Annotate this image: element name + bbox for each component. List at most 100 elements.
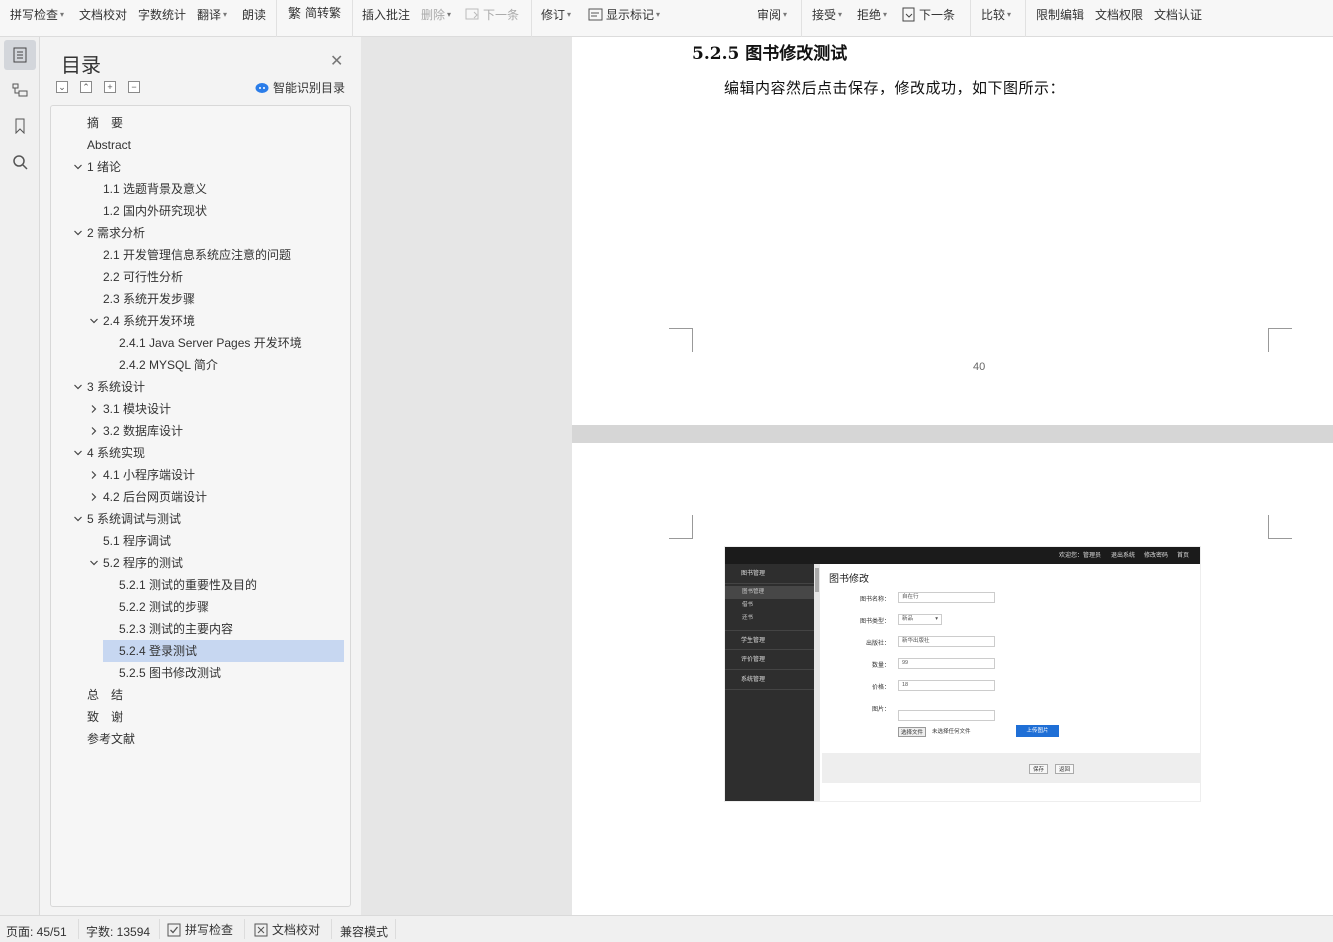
toc-item[interactable]: 5 系统调试与测试 [71,508,344,530]
document-certification-label: 文档认证 [1154,8,1203,22]
status-divider [159,919,160,939]
ribbon-divider [352,0,353,37]
toc-item[interactable]: 5.2.4 登录测试 [103,640,344,662]
read-aloud-button[interactable]: 朗读 [242,6,266,24]
toc-item[interactable]: 2.3 系统开发步骤 [87,288,344,310]
toc-item-label: 1.1 选题背景及意义 [103,182,208,196]
toc-item[interactable]: 5.2.3 测试的主要内容 [103,618,344,640]
proofread-button[interactable]: 文档校对 [79,6,127,24]
toc-item[interactable]: 5.2 程序的测试 [87,552,344,574]
shot-scrollbar [814,564,820,801]
read-aloud-label: 朗读 [242,8,267,22]
shot-form-title: 图书修改 [829,574,869,585]
track-changes-label: 修订 [541,8,566,22]
collapse-one-level-icon[interactable]: ⌄ [56,81,68,93]
shot-back-button: 返回 [1055,764,1075,774]
toc-item[interactable]: 总 结 [71,684,344,706]
toc-item[interactable]: 4 系统实现 [71,442,344,464]
show-markup-button[interactable]: 显示标记 ▾ [588,6,660,24]
toc-panel-button[interactable] [4,40,36,70]
chevron-down-icon[interactable] [71,376,85,398]
next-comment-button[interactable]: 下一条 [465,6,519,24]
toc-item[interactable]: 1 绪论 [71,156,344,178]
check-box-icon [167,923,181,936]
next-comment-label: 下一条 [483,8,520,22]
reject-button[interactable]: 拒绝 ▾ [857,6,887,24]
body-paragraph[interactable]: 编辑内容然后点击保存，修改成功，如下图所示： [724,77,1065,98]
toc-item[interactable]: 2.4.2 MYSQL 简介 [103,354,344,376]
toc-item[interactable]: 5.2.5 图书修改测试 [103,662,344,684]
status-spell-check-label: 拼写检查 [185,923,234,937]
compatibility-mode-indicator: 兼容模式 [340,923,388,940]
toc-item[interactable]: 3 系统设计 [71,376,344,398]
expand-all-icon[interactable]: + [104,81,116,93]
toc-item[interactable]: 1.1 选题背景及意义 [87,178,344,200]
toc-item[interactable]: 摘 要 [71,112,344,134]
chevron-down-icon[interactable] [87,552,101,574]
compare-button[interactable]: 比较 ▾ [981,6,1011,24]
toc-item[interactable]: 5.1 程序调试 [87,530,344,552]
simplified-to-traditional-label: 简转繁 [305,6,342,20]
chevron-down-icon[interactable] [71,156,85,178]
chevron-right-icon[interactable] [87,398,101,420]
chevron-down-icon: ▾ [223,10,228,19]
expand-one-level-icon[interactable]: ⌃ [80,81,92,93]
toc-item[interactable]: 4.1 小程序端设计 [87,464,344,486]
navigation-panel-button[interactable] [4,75,36,105]
chevron-right-icon[interactable] [87,486,101,508]
toc-item[interactable]: 2.1 开发管理信息系统应注意的问题 [87,244,344,266]
page-indicator[interactable]: 页面: 45/51 [6,923,67,940]
accept-button[interactable]: 接受 ▾ [812,6,842,24]
toc-item[interactable]: 2.2 可行性分析 [87,266,344,288]
close-icon[interactable]: ✕ [330,51,343,71]
embedded-screenshot-image[interactable]: 欢迎您：管理员 退出系统 修改密码 首页 图书管理 图书管理 借书 还书 学生管… [724,546,1201,802]
toc-item[interactable]: 参考文献 [71,728,344,750]
find-panel-button[interactable] [4,147,36,177]
chevron-down-icon[interactable] [87,310,101,332]
restrict-editing-button[interactable]: 限制编辑 [1036,6,1084,24]
toc-item[interactable]: 2 需求分析 [71,222,344,244]
document-outline-icon [13,47,27,63]
document-permissions-button[interactable]: 文档权限 [1095,6,1143,24]
section-heading[interactable]: 5.2.5 图书修改测试 [692,39,847,64]
chevron-right-icon[interactable] [87,420,101,442]
status-spell-check-button[interactable]: 拼写检查 [167,921,233,938]
track-changes-button[interactable]: 修订 ▾ [541,6,571,24]
toc-item[interactable]: 致 谢 [71,706,344,728]
delete-comment-button[interactable]: 删除 ▾ [421,6,451,24]
crop-mark [669,515,693,539]
toc-item[interactable]: 2.4.1 Java Server Pages 开发环境 [103,332,344,354]
toc-item[interactable]: 3.2 数据库设计 [87,420,344,442]
chevron-right-icon[interactable] [87,464,101,486]
toc-item[interactable]: Abstract [71,134,344,156]
smart-toc-button[interactable]: 智能识别目录 [255,79,345,96]
insert-comment-button[interactable]: 插入批注 [362,6,410,24]
toc-item[interactable]: 4.2 后台网页端设计 [87,486,344,508]
toc-item[interactable]: 3.1 模块设计 [87,398,344,420]
chevron-down-icon[interactable] [71,222,85,244]
insert-comment-label: 插入批注 [362,8,411,22]
status-divider [244,919,245,939]
simplified-to-traditional-button[interactable]: 繁 简转繁 [287,4,341,22]
toc-item[interactable]: 1.2 国内外研究现状 [87,200,344,222]
crop-mark [669,328,693,352]
toc-item[interactable]: 5.2.1 测试的重要性及目的 [103,574,344,596]
review-button[interactable]: 审阅 ▾ [757,6,787,24]
status-proofread-button[interactable]: 文档校对 [254,921,320,938]
translate-button[interactable]: 翻译 ▾ [197,6,227,24]
word-count-indicator[interactable]: 字数: 13594 [86,923,150,940]
document-certification-button[interactable]: 文档认证 [1154,6,1202,24]
word-count-button[interactable]: 字数统计 [138,6,186,24]
collapse-all-icon[interactable]: − [128,81,140,93]
toc-item-label: 2.2 可行性分析 [103,270,184,284]
next-change-button[interactable]: 下一条 [901,6,955,24]
chevron-down-icon[interactable] [71,442,85,464]
document-permissions-label: 文档权限 [1095,8,1144,22]
toc-item[interactable]: 2.4 系统开发环境 [87,310,344,332]
proofread-label: 文档校对 [79,8,128,22]
toc-item[interactable]: 5.2.2 测试的步骤 [103,596,344,618]
chevron-down-icon[interactable] [71,508,85,530]
spell-check-button[interactable]: 拼写检查 ▾ [10,6,64,24]
toc-item-label: 摘 要 [87,116,124,130]
bookmark-panel-button[interactable] [4,111,36,141]
